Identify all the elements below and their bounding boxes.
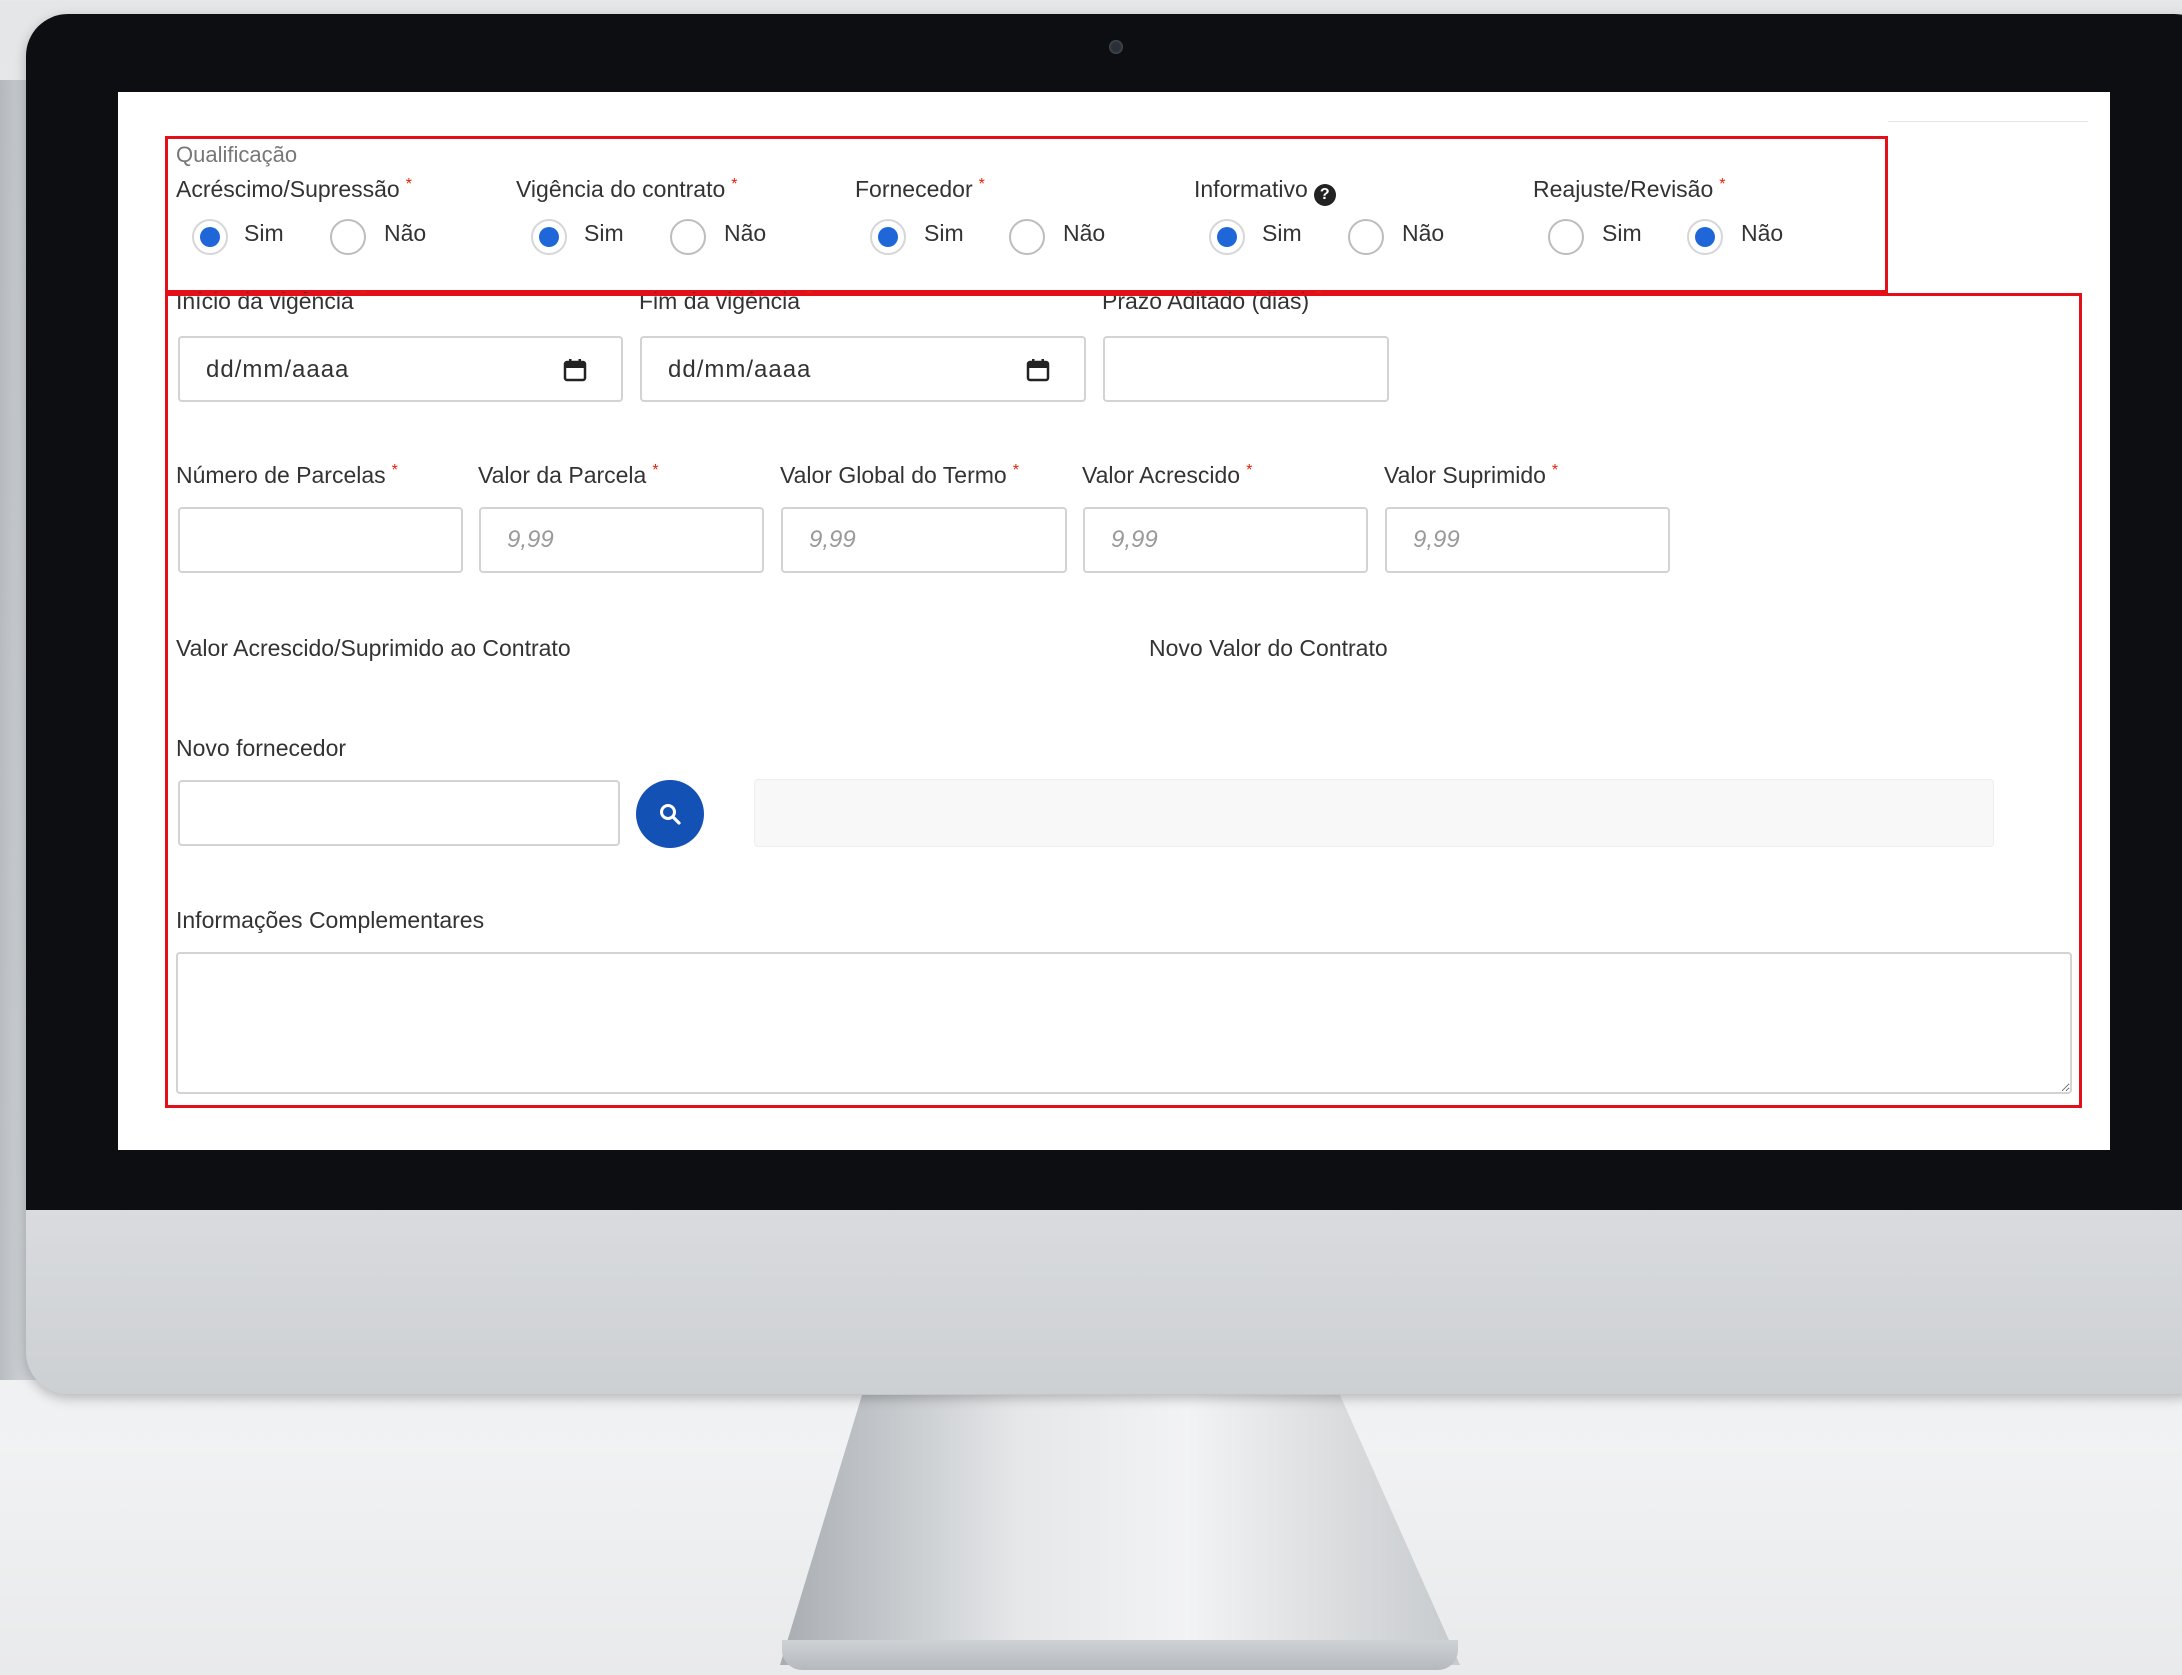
monitor-stand bbox=[780, 1395, 1460, 1665]
monitor: Qualificação Acréscimo/Supressão * Sim Nã… bbox=[26, 14, 2182, 1394]
camera-icon bbox=[1109, 40, 1123, 54]
screen: Qualificação Acréscimo/Supressão * Sim Nã… bbox=[118, 92, 2110, 1150]
highlight-box-qualificacao bbox=[165, 136, 1888, 293]
divider bbox=[1888, 121, 2088, 122]
monitor-chin bbox=[26, 1210, 2182, 1394]
highlight-box-campos bbox=[165, 293, 2082, 1108]
monitor-stand-base bbox=[782, 1640, 1458, 1670]
